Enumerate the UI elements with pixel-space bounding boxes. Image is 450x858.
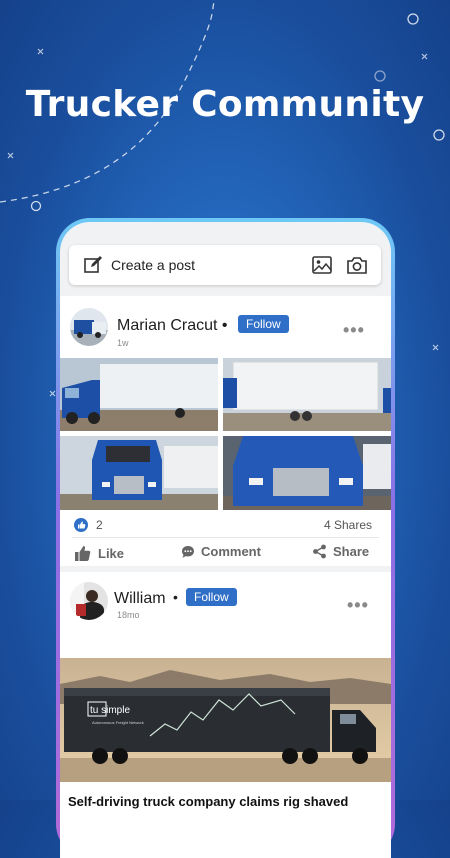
more-options-icon[interactable]: ••• xyxy=(347,595,369,616)
post-photo[interactable] xyxy=(60,358,218,431)
comment-button[interactable]: Comment xyxy=(181,544,261,559)
share-count[interactable]: 4 Shares xyxy=(324,518,372,532)
app-screen: Create a post Marian Cracut • Follow 1w … xyxy=(60,222,391,858)
like-count-icon xyxy=(74,518,88,532)
post-photo[interactable] xyxy=(60,436,218,510)
thumbs-up-icon xyxy=(75,546,91,561)
post-card: Marian Cracut • Follow 1w ••• 2 4 Shares… xyxy=(60,296,391,566)
camera-icon[interactable] xyxy=(346,254,368,276)
author-separator: • xyxy=(173,589,178,605)
phone-frame: Create a post Marian Cracut • Follow 1w … xyxy=(56,218,395,858)
avatar[interactable] xyxy=(70,582,108,620)
post-author[interactable]: William xyxy=(114,590,166,608)
like-button[interactable]: Like xyxy=(74,544,124,562)
like-count[interactable]: 2 xyxy=(96,518,103,532)
share-button[interactable]: Share xyxy=(312,544,369,559)
more-options-icon[interactable]: ••• xyxy=(343,320,365,341)
share-icon xyxy=(313,544,326,559)
post-card: William • Follow 18mo ••• tu simple Auto… xyxy=(60,572,391,858)
post-time: 1w xyxy=(117,338,129,348)
edit-icon xyxy=(84,256,102,273)
post-photo[interactable] xyxy=(223,358,391,431)
comment-icon xyxy=(182,545,194,558)
follow-button[interactable]: Follow xyxy=(186,588,237,606)
post-image[interactable]: tu simple Autonomous Freight Network xyxy=(60,658,391,782)
follow-button[interactable]: Follow xyxy=(238,315,289,333)
image-subtitle-text: Autonomous Freight Network xyxy=(92,720,144,725)
share-label: Share xyxy=(333,544,370,559)
divider xyxy=(72,537,379,538)
image-icon[interactable] xyxy=(311,254,333,276)
create-post-bar[interactable]: Create a post xyxy=(69,245,381,285)
post-caption[interactable]: Self-driving truck company claims rig sh… xyxy=(68,794,388,809)
post-photo[interactable] xyxy=(223,436,391,510)
headline: Trucker Community xyxy=(25,84,425,125)
post-time: 18mo xyxy=(117,610,140,620)
comment-label: Comment xyxy=(201,544,261,559)
like-label: Like xyxy=(98,545,125,561)
create-post-label: Create a post xyxy=(111,257,196,273)
image-brand-text: tu simple xyxy=(90,705,130,716)
avatar[interactable] xyxy=(70,308,108,346)
post-author[interactable]: Marian Cracut • xyxy=(117,317,228,335)
